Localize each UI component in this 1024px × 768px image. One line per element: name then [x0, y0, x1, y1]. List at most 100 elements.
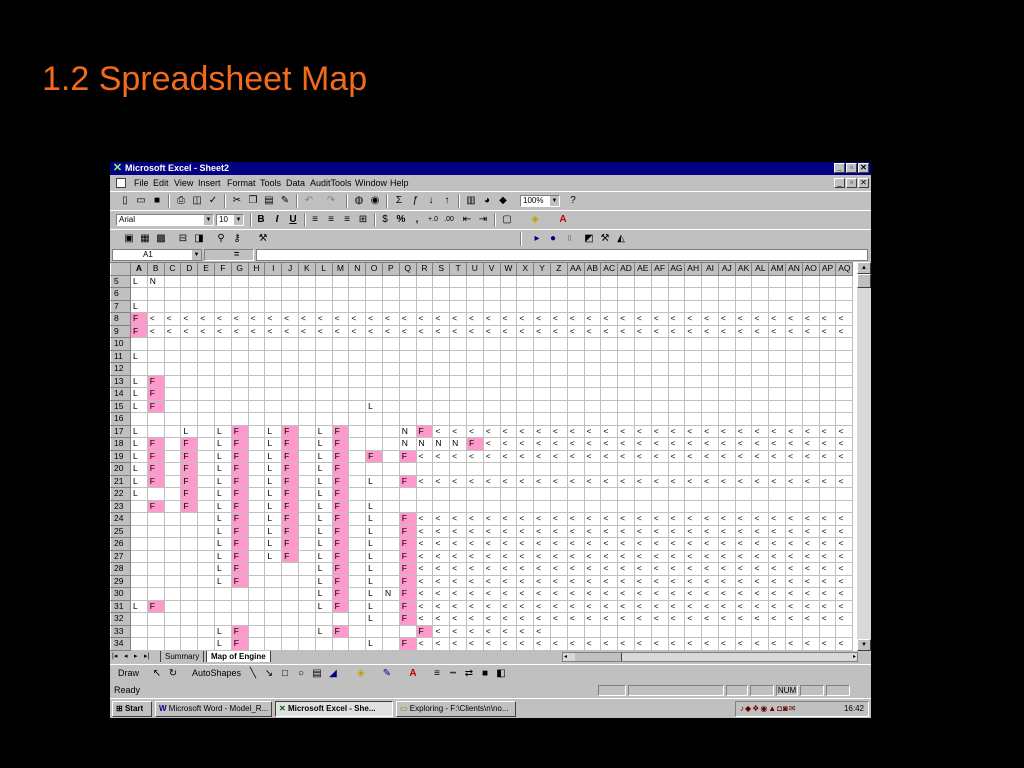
cell[interactable]: F	[230, 424, 249, 438]
cell[interactable]: <	[549, 474, 568, 488]
cell[interactable]: <	[617, 612, 635, 626]
cell[interactable]: L	[264, 524, 283, 538]
cell[interactable]	[633, 349, 652, 363]
cell[interactable]	[566, 374, 585, 388]
cell[interactable]	[247, 299, 266, 313]
cell[interactable]	[281, 387, 299, 401]
cell[interactable]: <	[633, 599, 652, 613]
cell[interactable]: L	[130, 374, 148, 388]
cell[interactable]: <	[600, 549, 619, 563]
cell[interactable]	[650, 374, 669, 388]
cell[interactable]: <	[785, 312, 803, 326]
cell[interactable]: <	[717, 612, 736, 626]
cell[interactable]	[566, 349, 585, 363]
cell[interactable]	[684, 487, 703, 501]
cell[interactable]	[130, 549, 148, 563]
cell[interactable]	[163, 549, 182, 563]
cell[interactable]: <	[717, 512, 736, 526]
cell[interactable]: <	[768, 312, 787, 326]
cell[interactable]	[230, 349, 249, 363]
cell[interactable]: <	[650, 562, 669, 576]
cell[interactable]: <	[751, 437, 770, 451]
cell[interactable]	[163, 499, 182, 513]
cell[interactable]	[482, 287, 501, 301]
cell[interactable]: <	[751, 587, 770, 601]
cell[interactable]	[701, 399, 719, 413]
cell[interactable]	[314, 399, 333, 413]
cell[interactable]: <	[667, 512, 686, 526]
cell[interactable]: <	[768, 612, 787, 626]
cell[interactable]: F	[146, 449, 165, 463]
column-header[interactable]: T	[449, 262, 467, 276]
cell[interactable]	[247, 287, 266, 301]
row-header[interactable]: 12	[110, 362, 131, 376]
cell[interactable]: L	[213, 499, 232, 513]
cell[interactable]: <	[432, 549, 451, 563]
cell[interactable]	[650, 299, 669, 313]
cell[interactable]: <	[701, 474, 719, 488]
cell[interactable]	[449, 387, 467, 401]
cell[interactable]	[163, 587, 182, 601]
cell[interactable]: <	[600, 637, 619, 651]
cell[interactable]	[768, 374, 787, 388]
cell[interactable]: <	[717, 437, 736, 451]
cell[interactable]: <	[835, 312, 854, 326]
cell[interactable]: <	[381, 312, 400, 326]
scroll-down-icon[interactable]: ▼	[857, 639, 871, 651]
tools-icon[interactable]: ⚒	[256, 232, 270, 246]
cell[interactable]	[482, 399, 501, 413]
cell[interactable]: <	[549, 312, 568, 326]
cell[interactable]	[180, 362, 199, 376]
cell[interactable]: <	[684, 437, 703, 451]
cell[interactable]: <	[751, 474, 770, 488]
trace-icon[interactable]: ⊟	[176, 232, 190, 246]
cell[interactable]	[583, 349, 602, 363]
cell[interactable]	[130, 499, 148, 513]
cell[interactable]	[297, 399, 316, 413]
cell[interactable]	[213, 374, 232, 388]
cell[interactable]	[549, 362, 568, 376]
cell[interactable]: F	[281, 549, 299, 563]
cell[interactable]: F	[331, 462, 350, 476]
cell[interactable]	[146, 562, 165, 576]
cell[interactable]	[230, 612, 249, 626]
cell[interactable]	[197, 437, 215, 451]
row-header[interactable]: 7	[110, 299, 131, 313]
cell[interactable]	[180, 387, 199, 401]
cell[interactable]: <	[449, 512, 467, 526]
cell[interactable]: <	[701, 612, 719, 626]
cell[interactable]: <	[684, 524, 703, 538]
cell[interactable]: L	[365, 512, 383, 526]
cell[interactable]	[348, 549, 367, 563]
cell[interactable]	[667, 399, 686, 413]
cell[interactable]: <	[684, 537, 703, 551]
cell[interactable]	[734, 387, 753, 401]
cell[interactable]	[213, 274, 232, 288]
select-objects-icon[interactable]: ↖	[150, 667, 164, 681]
cell[interactable]: L	[213, 424, 232, 438]
cell[interactable]	[533, 337, 551, 351]
cell[interactable]: <	[801, 549, 820, 563]
cell[interactable]	[768, 349, 787, 363]
cell[interactable]	[297, 562, 316, 576]
row-header[interactable]: 22	[110, 487, 131, 501]
cell[interactable]: F	[398, 537, 417, 551]
cell[interactable]	[549, 499, 568, 513]
cell[interactable]	[633, 624, 652, 638]
cell[interactable]: L	[365, 399, 383, 413]
cell[interactable]	[432, 399, 451, 413]
cell[interactable]	[365, 299, 383, 313]
cell[interactable]: <	[751, 512, 770, 526]
cell[interactable]: N	[415, 437, 434, 451]
cell[interactable]: F	[230, 574, 249, 588]
cell[interactable]	[465, 462, 484, 476]
increase-decimal-icon[interactable]: +.0	[426, 213, 440, 227]
cell[interactable]	[801, 624, 820, 638]
cell[interactable]: <	[432, 512, 451, 526]
cell[interactable]: <	[566, 612, 585, 626]
cell[interactable]	[717, 274, 736, 288]
cell[interactable]: <	[751, 424, 770, 438]
redo-icon[interactable]: ↷	[324, 194, 338, 208]
cell[interactable]	[566, 412, 585, 426]
rectangle-icon[interactable]: □	[278, 667, 292, 681]
